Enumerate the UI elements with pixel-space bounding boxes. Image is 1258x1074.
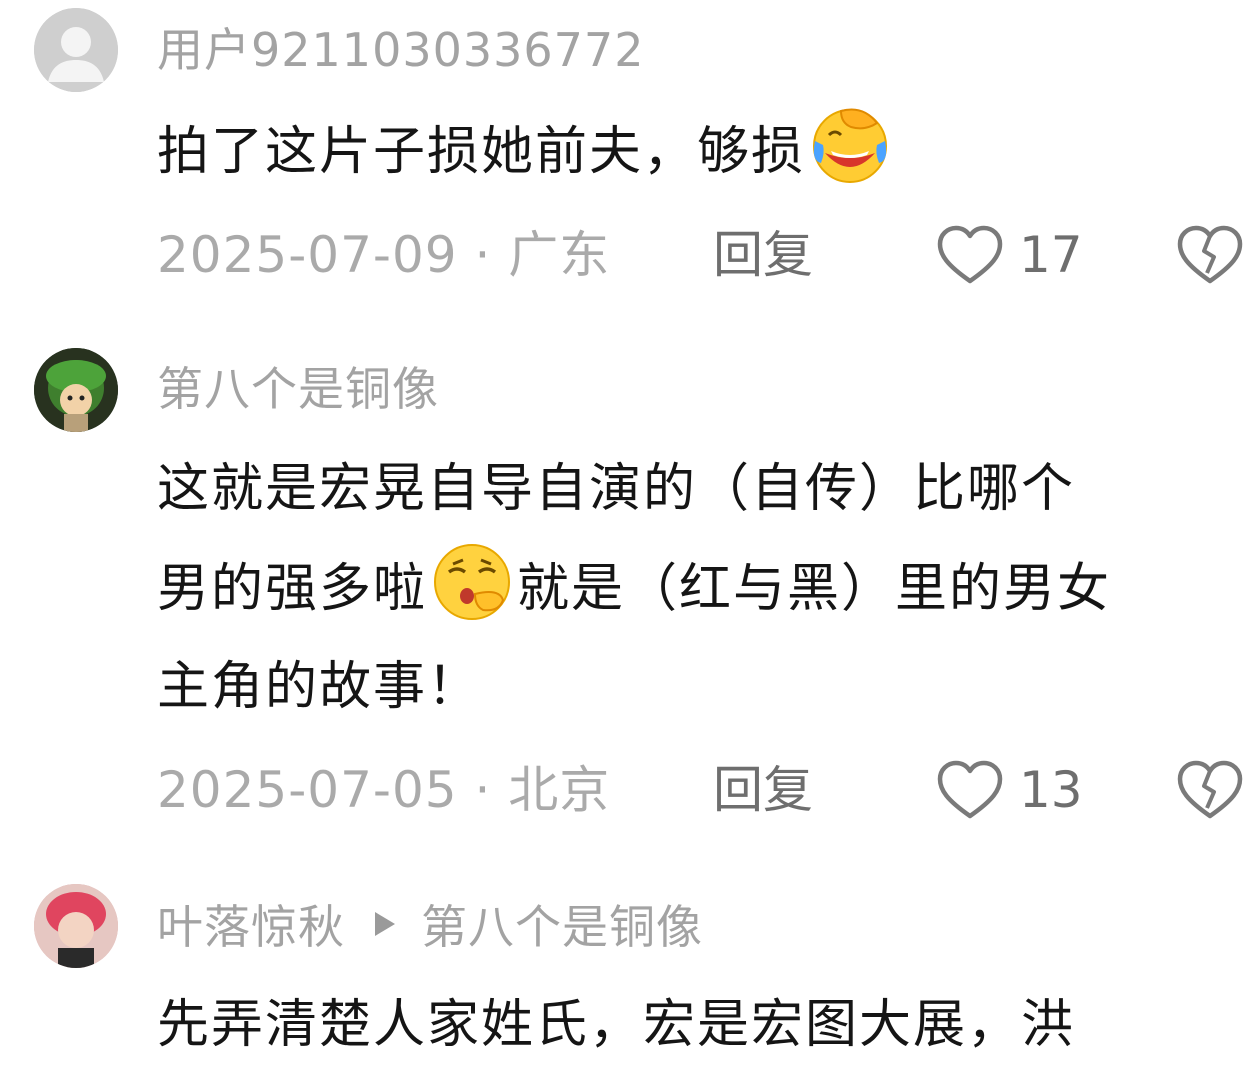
reply-button[interactable]: 回复 <box>713 225 813 285</box>
comment-item: 叶落惊秋 第八个是铜像 先弄清楚人家姓氏，宏是宏图大展，洪 <box>0 870 1258 1055</box>
comment-text: 这就是宏晃自导自演的（自传）比哪个 男的强多啦 就是（红与黑）里的男女 主角的故… <box>157 440 1252 736</box>
rolling-laughing-emoji-icon <box>813 108 888 183</box>
meta-separator: · <box>474 761 492 819</box>
comment-item: 第八个是铜像 这就是宏晃自导自演的（自传）比哪个 男的强多啦 就是（红与黑）里的… <box>0 330 1258 850</box>
comment-text-segment: 就是（红与黑）里的男女 <box>517 559 1112 619</box>
comment-text: 拍了这片子损她前夫，够损 <box>157 101 1252 201</box>
username[interactable]: 第八个是铜像 <box>157 353 439 419</box>
heart-outline-icon <box>937 760 1003 819</box>
broken-heart-icon <box>1177 225 1243 284</box>
avatar[interactable] <box>34 8 118 92</box>
comment-text-segment: 拍了这片子损她前夫，够损 <box>157 122 806 182</box>
comment-meta: 2025-07-05 · 北京 回复 13 <box>157 760 1252 820</box>
like-count: 17 <box>1019 226 1083 284</box>
comment-text: 先弄清楚人家姓氏，宏是宏图大展，洪 <box>157 976 1252 1074</box>
photo-avatar-icon <box>34 884 118 968</box>
comment-text-line: 主角的故事！ <box>157 657 482 717</box>
like-button[interactable]: 17 <box>937 225 1083 285</box>
reply-to-username[interactable]: 第八个是铜像 <box>421 891 703 957</box>
username[interactable]: 叶落惊秋 <box>157 891 345 957</box>
dislike-button[interactable] <box>1177 225 1243 285</box>
dislike-button[interactable] <box>1177 760 1243 820</box>
cartoon-avatar-icon <box>34 348 118 432</box>
thinking-face-emoji-icon <box>434 544 511 620</box>
date-location: 2025-07-05 · 北京 <box>157 760 610 820</box>
broken-heart-icon <box>1177 760 1243 819</box>
username[interactable]: 用户9211030336772 <box>157 14 644 80</box>
default-user-avatar-icon <box>34 8 118 92</box>
comment-text-segment: 男的强多啦 <box>157 559 428 619</box>
comment-location: 广东 <box>508 226 611 284</box>
like-button[interactable]: 13 <box>937 760 1083 820</box>
date-location: 2025-07-09 · 广东 <box>157 225 610 285</box>
meta-separator: · <box>474 226 492 284</box>
avatar[interactable] <box>34 884 118 968</box>
comment-item: 用户9211030336772 拍了这片子损她前夫，够损 2025-07-09 … <box>0 0 1258 320</box>
like-count: 13 <box>1019 761 1083 819</box>
comment-date: 2025-07-05 <box>157 761 458 819</box>
comment-text-line: 先弄清楚人家姓氏，宏是宏图大展，洪 <box>157 995 1076 1055</box>
comment-meta: 2025-07-09 · 广东 回复 17 <box>157 225 1252 285</box>
heart-outline-icon <box>937 225 1003 284</box>
comment-text-line: 这就是宏晃自导自演的（自传）比哪个 <box>157 459 1076 519</box>
reply-button[interactable]: 回复 <box>713 760 813 820</box>
avatar[interactable] <box>34 348 118 432</box>
username-row: 叶落惊秋 第八个是铜像 <box>157 894 703 954</box>
username-row: 第八个是铜像 <box>157 356 439 416</box>
username-row: 用户9211030336772 <box>157 17 644 77</box>
comment-date: 2025-07-09 <box>157 226 458 284</box>
comment-text-line: 男的强多啦 就是（红与黑）里的男女 <box>157 538 1252 638</box>
play-triangle-icon <box>375 912 395 936</box>
comment-location: 北京 <box>508 761 611 819</box>
